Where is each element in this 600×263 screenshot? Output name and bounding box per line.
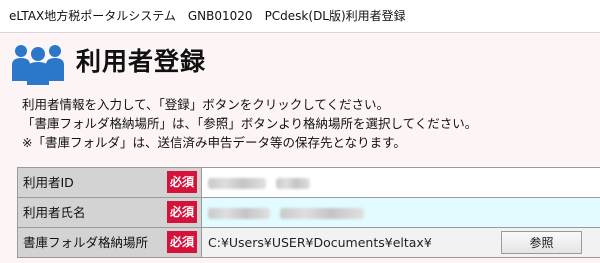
instruction-line: 利用者情報を入力して、「登録」ボタンをクリックしてください。 [22,97,390,112]
archive-folder-row: 書庫フォルダ格納場所 必須 C:¥Users¥USER¥Documents¥el… [17,228,600,258]
instructions: 利用者情報を入力して、「登録」ボタンをクリックしてください。 「書庫フォルダ格納… [22,95,477,152]
window-title: eLTAX地方税ポータルシステム GNB01020 PCdesk(DL版)利用者… [0,0,600,33]
redacted-text [279,208,364,219]
user-name-label: 利用者氏名 [17,198,162,227]
page-title: 利用者登録 [76,47,207,76]
redacted-text [208,178,266,189]
required-badge: 必須 [167,171,197,193]
users-icon [12,45,64,85]
user-name-row: 利用者氏名 必須 [17,198,600,228]
required-badge: 必須 [167,231,197,253]
browse-button[interactable]: 参照 [501,231,582,254]
registration-form: 利用者ID 必須 利用者氏名 必須 書庫フォルダ格納場所 必須 C:¥Users… [17,167,600,258]
user-name-field[interactable] [202,198,600,227]
instruction-line: ※「書庫フォルダ」は、送信済み申告データ等の保存先となります。 [22,135,406,150]
instruction-line: 「書庫フォルダ格納場所」は、「参照」ボタンより格納場所を選択してください。 [22,116,478,131]
user-id-field[interactable] [202,168,600,197]
archive-folder-field: C:¥Users¥USER¥Documents¥eltax¥ 参照 [202,228,600,257]
archive-folder-path: C:¥Users¥USER¥Documents¥eltax¥ [208,235,432,250]
required-badge: 必須 [167,201,197,223]
user-id-row: 利用者ID 必須 [17,167,600,198]
user-id-label: 利用者ID [17,168,162,197]
redacted-text [275,178,310,189]
redacted-text [208,208,270,219]
archive-folder-label: 書庫フォルダ格納場所 [17,228,162,257]
